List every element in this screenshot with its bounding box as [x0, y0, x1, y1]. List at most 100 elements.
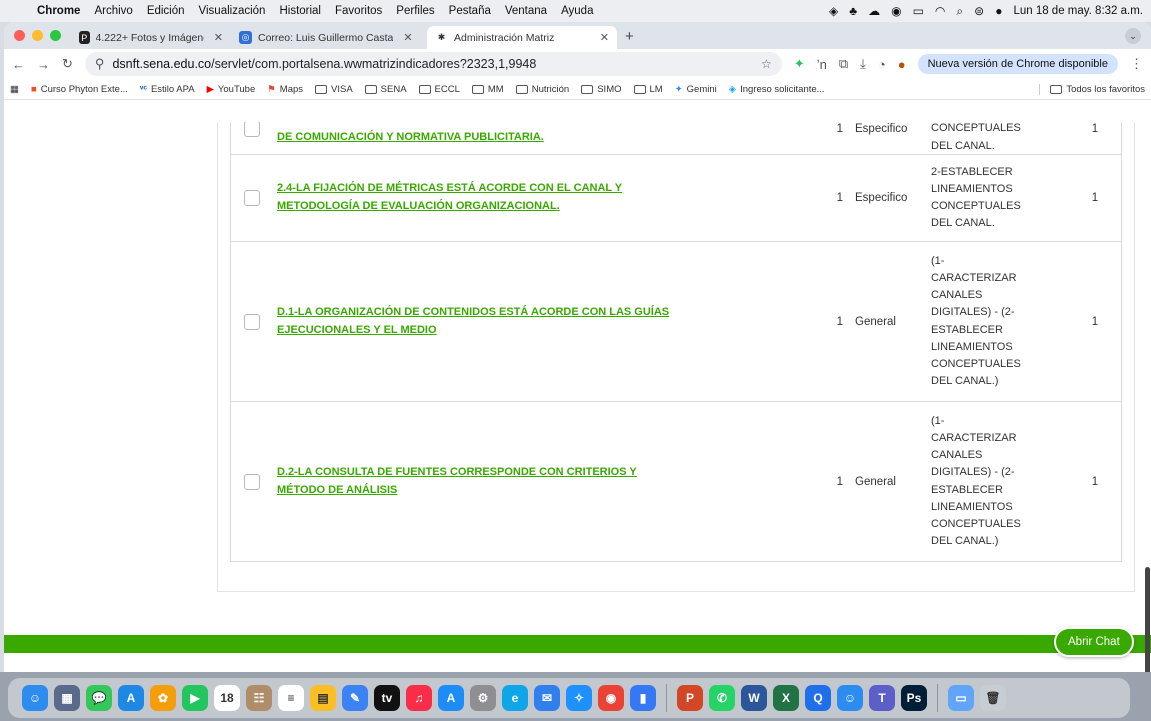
indicator-link[interactable]: D.2-LA CONSULTA DE FUENTES CORRESPONDE C…	[277, 466, 637, 496]
menu-ventana[interactable]: Ventana	[498, 5, 554, 17]
freeform-icon[interactable]: ✎	[342, 685, 368, 711]
download-icon[interactable]: ⤓	[860, 56, 866, 72]
siri-icon[interactable]: ●	[995, 4, 1002, 18]
finder-icon[interactable]: ☺	[22, 685, 48, 711]
zoom-window-icon[interactable]	[50, 30, 61, 41]
files-icon[interactable]: ▮	[630, 685, 656, 711]
cloud-icon[interactable]: ☁	[868, 4, 880, 18]
back-icon[interactable]: ←	[12, 57, 25, 72]
bookmark-mm[interactable]: MM	[471, 84, 504, 95]
word-icon[interactable]: W	[741, 685, 767, 711]
menu-favoritos[interactable]: Favoritos	[328, 5, 389, 17]
bookmark-visa[interactable]: VISA	[315, 84, 353, 95]
facetime-icon[interactable]: ▶	[182, 685, 208, 711]
row-checkbox[interactable]	[244, 190, 260, 206]
music-icon[interactable]: ♫	[406, 685, 432, 711]
menu-ayuda[interactable]: Ayuda	[554, 5, 600, 17]
bookmark-simo[interactable]: SIMO	[581, 84, 622, 95]
bookmark-sena[interactable]: SENA	[364, 84, 407, 95]
bookmark-estilo-apa[interactable]: ᵛᶜ Estilo APA	[140, 84, 195, 95]
contacts-icon[interactable]: A	[118, 685, 144, 711]
apps-grid-icon[interactable]: ▦	[10, 84, 19, 95]
close-tab-icon[interactable]: ✕	[214, 31, 223, 44]
chrome-icon[interactable]: ◉	[598, 685, 624, 711]
bookmark-ingreso-solicitante[interactable]: ◈ Ingreso solicitante...	[729, 84, 825, 95]
menu-kebab-icon[interactable]: ⋮	[1130, 56, 1143, 72]
reload-icon[interactable]: ↻	[62, 56, 73, 72]
tab-search-icon[interactable]: ⌄	[1125, 28, 1141, 44]
location-icon[interactable]: ◈	[829, 4, 838, 18]
status-app-icon[interactable]: ♣	[849, 4, 857, 18]
quicktime-icon[interactable]: Q	[805, 685, 831, 711]
bookmark-maps[interactable]: ⚑ Maps	[267, 84, 303, 95]
powerpoint-icon[interactable]: P	[677, 685, 703, 711]
chrome-update-button[interactable]: Nueva versión de Chrome disponible	[917, 54, 1118, 74]
gemini-extension-icon[interactable]: ✦	[794, 56, 805, 72]
scrollbar-thumb[interactable]	[1145, 567, 1150, 672]
bookmark-curso-phyton[interactable]: ■ Curso Phyton Exte...	[31, 84, 128, 95]
menu-archivo[interactable]: Archivo	[87, 5, 139, 17]
history-icon[interactable]: ◔	[878, 57, 886, 72]
tab-fotos[interactable]: P 4.222+ Fotos y Imágenes de ✕	[71, 26, 231, 49]
teams-icon[interactable]: T	[869, 685, 895, 711]
whatsapp-icon[interactable]: ✆	[709, 685, 735, 711]
menu-pestana[interactable]: Pestaña	[442, 5, 498, 17]
edge-icon[interactable]: e	[502, 685, 528, 711]
settings-icon[interactable]: ⚙	[470, 685, 496, 711]
mail-icon[interactable]: ✉	[534, 685, 560, 711]
control-center-icon[interactable]: ⊜	[974, 4, 984, 18]
row-checkbox[interactable]	[244, 473, 260, 490]
calendar-icon[interactable]: 18	[214, 685, 240, 711]
photoshop-icon[interactable]: Ps	[901, 685, 927, 711]
profile-avatar-icon[interactable]: ●	[898, 57, 906, 72]
menu-edicion[interactable]: Edición	[140, 5, 192, 17]
launchpad-icon[interactable]: ▦	[54, 685, 80, 711]
safari-icon[interactable]: ✧	[566, 685, 592, 711]
row-checkbox[interactable]	[244, 122, 260, 137]
notes-icon[interactable]: ▤	[310, 685, 336, 711]
bookmark-eccl[interactable]: ECCL	[418, 84, 460, 95]
messages-icon[interactable]: 💬	[86, 685, 112, 711]
close-tab-icon[interactable]: ✕	[600, 31, 609, 44]
tab-administracion-matriz[interactable]: ✱ Administración Matriz ✕	[427, 26, 617, 49]
bookmark-lm[interactable]: LM	[633, 84, 663, 95]
trash-icon[interactable]: 🗑	[980, 685, 1006, 711]
wifi-icon[interactable]: ◠	[935, 4, 945, 18]
excel-icon[interactable]: X	[773, 685, 799, 711]
search-icon[interactable]: ⌕	[956, 4, 963, 19]
bookmark-star-icon[interactable]: ☆	[761, 57, 772, 71]
row-checkbox[interactable]	[244, 313, 260, 330]
contacts-book-icon[interactable]: ☷	[246, 685, 272, 711]
forward-icon[interactable]: →	[37, 57, 50, 72]
bookmark-todos-favoritos[interactable]: Todos los favoritos	[1039, 83, 1145, 95]
indicator-link[interactable]: D.1-LA ORGANIZACIÓN DE CONTENIDOS ESTÁ A…	[277, 306, 669, 336]
translate-extension-icon[interactable]: ʼn	[817, 57, 827, 72]
open-chat-button[interactable]: Abrir Chat	[1054, 627, 1134, 657]
menu-visualizacion[interactable]: Visualización	[192, 5, 273, 17]
tab-correo[interactable]: ◎ Correo: Luis Guillermo Casta ✕	[231, 26, 427, 49]
indicator-link[interactable]: 2.4-LA FIJACIÓN DE MÉTRICAS ESTÁ ACORDE …	[277, 182, 622, 212]
bookmark-youtube[interactable]: ▶ YouTube	[207, 84, 256, 95]
close-tab-icon[interactable]: ✕	[403, 31, 412, 44]
close-window-icon[interactable]	[14, 30, 25, 41]
minimize-window-icon[interactable]	[32, 30, 43, 41]
appletv-icon[interactable]: tv	[374, 685, 400, 711]
battery-icon[interactable]: ▭	[913, 4, 924, 18]
photos-icon[interactable]: ✿	[150, 685, 176, 711]
finder2-icon[interactable]: ☺	[837, 685, 863, 711]
menu-historial[interactable]: Historial	[272, 5, 328, 17]
downloads-icon[interactable]: ▭	[948, 685, 974, 711]
menu-perfiles[interactable]: Perfiles	[389, 5, 441, 17]
bookmark-gemini[interactable]: ✦ Gemini	[675, 84, 717, 95]
record-icon[interactable]: ◉	[891, 4, 901, 18]
site-info-icon[interactable]: ⚲	[95, 56, 105, 72]
new-tab-button[interactable]: +	[617, 28, 642, 49]
address-bar[interactable]: ⚲ dsnft.sena.edu.co/servlet/com.portalse…	[84, 52, 782, 76]
bookmark-nutricion[interactable]: Nutrición	[515, 84, 569, 95]
reminders-icon[interactable]: ≡	[278, 685, 304, 711]
menu-chrome[interactable]: Chrome	[30, 5, 87, 17]
indicator-link[interactable]: DE COMUNICACIÓN Y NORMATIVA PUBLICITARIA…	[277, 131, 544, 143]
extensions-icon[interactable]: ⧉	[839, 56, 848, 72]
appstore-icon[interactable]: A	[438, 685, 464, 711]
menu-clock[interactable]: Lun 18 de may. 8:32 a.m.	[1013, 5, 1143, 17]
